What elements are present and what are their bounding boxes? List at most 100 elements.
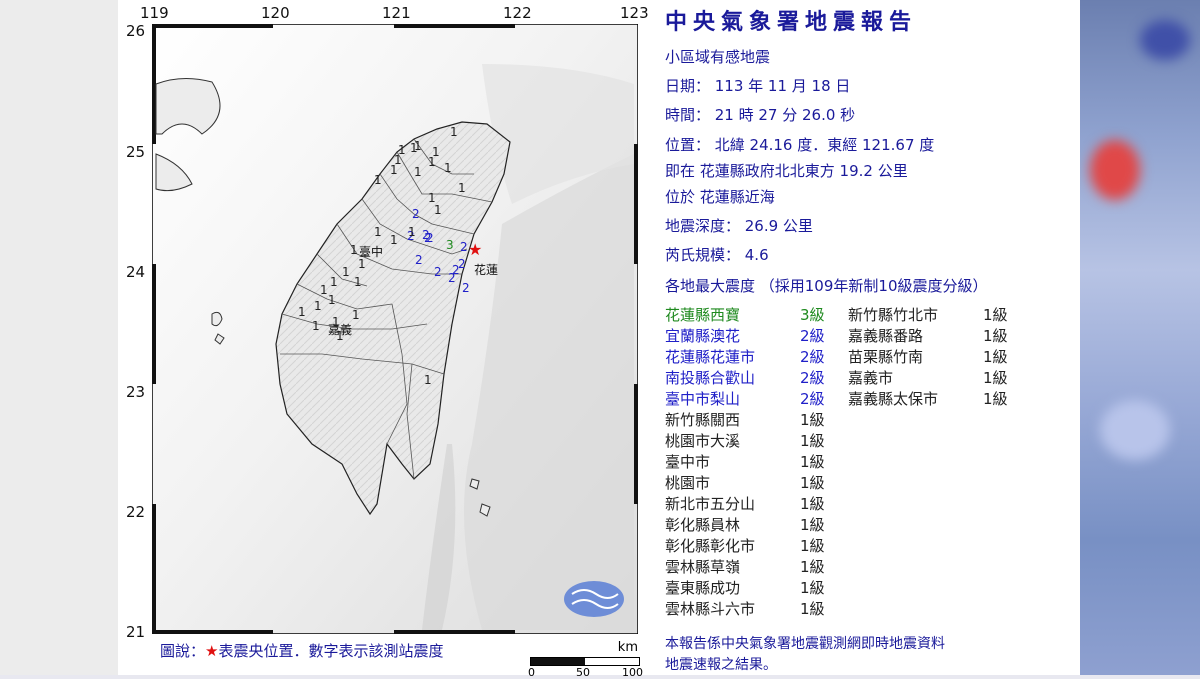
intensity-mark: 2: [462, 281, 470, 295]
lon-label: 122: [503, 4, 532, 22]
report-depth: 地震深度： 26.9 公里: [665, 217, 813, 235]
station-name: 桃園市大溪: [665, 432, 741, 450]
station-name: 新竹縣關西: [665, 411, 741, 429]
intensity-mark: 1: [342, 265, 350, 279]
station-intensity: 1級: [800, 558, 825, 576]
intensity-mark: 1: [458, 181, 466, 195]
intensity-mark: 1: [374, 173, 382, 187]
intensity-mark: 1: [330, 275, 338, 289]
station-name: 雲林縣草嶺: [665, 558, 741, 576]
station-intensity: 1級: [800, 579, 825, 597]
station-intensity: 1級: [800, 453, 825, 471]
intensity-mark: 1: [320, 283, 328, 297]
footer-line: 本報告係中央氣象署地震觀測網即時地震資料: [665, 636, 945, 652]
intensity-mark: 2: [448, 271, 456, 285]
epicenter-star-icon: ★: [468, 240, 482, 259]
station-name: 臺中市: [665, 453, 711, 471]
intensity-mark: 1: [390, 233, 398, 247]
lat-label: 25: [126, 143, 146, 161]
lon-label: 120: [261, 4, 290, 22]
station-intensity: 1級: [800, 432, 825, 450]
station-intensity: 2級: [800, 369, 825, 387]
intensity-mark: 1: [374, 225, 382, 239]
intensity-mark: 1: [350, 243, 358, 257]
report-located: 位於 花蓮縣近海: [665, 188, 775, 206]
scale-bar: km 0 50 100: [528, 640, 643, 679]
lat-label: 22: [126, 503, 146, 521]
station-intensity: 1級: [800, 495, 825, 513]
intensity-mark: 1: [408, 225, 416, 239]
lat-label: 21: [126, 623, 146, 641]
intensity-mark: 2: [424, 231, 432, 245]
report-relative-location: 即在 花蓮縣政府北北東方 19.2 公里: [665, 162, 908, 180]
intensity-mark: 1: [336, 329, 344, 343]
intensity-mark: 1: [428, 155, 436, 169]
station-name: 嘉義縣太保市: [848, 390, 939, 408]
station-intensity: 2級: [800, 348, 825, 366]
lon-label: 121: [382, 4, 411, 22]
right-background: [1080, 0, 1200, 675]
intensity-mark: 1: [312, 319, 320, 333]
station-intensity: 1級: [983, 327, 1008, 345]
cwa-logo-icon: [564, 581, 624, 617]
intensity-mark: 2: [412, 207, 420, 221]
station-name: 花蓮縣花蓮市: [665, 348, 756, 366]
station-name: 花蓮縣西寶: [665, 306, 741, 324]
station-name: 新北市五分山: [665, 495, 756, 513]
city-label-hualien: 花蓮: [474, 262, 498, 277]
intensity-mark: 1: [332, 315, 340, 329]
lon-label: 123: [620, 4, 649, 22]
lat-label: 24: [126, 263, 146, 281]
intensity-mark: 1: [328, 293, 336, 307]
intensity-mark: 1: [434, 203, 442, 217]
intensity-mark: 1: [414, 165, 422, 179]
intensity-mark: 3: [446, 238, 454, 252]
station-intensity: 2級: [800, 390, 825, 408]
station-intensity: 1級: [800, 411, 825, 429]
legend-prefix: 圖說：: [160, 642, 206, 660]
station-intensity: 3級: [800, 306, 825, 324]
map-panel: 臺中 花蓮 嘉義 3222222222222111111111111111111…: [152, 24, 638, 634]
intensity-mark: 1: [298, 305, 306, 319]
intensity-mark: 1: [424, 373, 432, 387]
station-name: 彰化縣員林: [665, 516, 741, 534]
station-name: 雲林縣斗六市: [665, 600, 756, 618]
report-magnitude: 芮氏規模： 4.6: [665, 246, 769, 264]
scale-label: 100: [622, 666, 643, 679]
report-time: 時間： 21 時 27 分 26.0 秒: [665, 106, 856, 124]
legend-text: 表震央位置．數字表示該測站震度: [218, 642, 444, 660]
intensity-mark: 1: [444, 161, 452, 175]
station-name: 新竹縣竹北市: [848, 306, 939, 324]
station-intensity: 1級: [983, 369, 1008, 387]
lat-label: 23: [126, 383, 146, 401]
station-name: 桃園市: [665, 474, 711, 492]
earthquake-report: 119 120 121 122 123 26 25 24 23 22 21 臺中…: [118, 0, 1080, 679]
station-intensity: 1級: [983, 348, 1008, 366]
station-name: 嘉義市: [848, 369, 894, 387]
lon-label: 119: [140, 4, 169, 22]
station-name: 臺中市梨山: [665, 390, 741, 408]
station-name: 嘉義縣番路: [848, 327, 924, 345]
station-intensity: 1級: [983, 390, 1008, 408]
scale-unit: km: [617, 640, 638, 655]
station-name: 苗栗縣竹南: [848, 348, 924, 366]
station-intensity: 2級: [800, 327, 825, 345]
station-name: 宜蘭縣澳花: [665, 327, 741, 345]
station-name: 臺東縣成功: [665, 579, 741, 597]
station-intensity: 1級: [800, 537, 825, 555]
intensity-mark: 1: [450, 125, 458, 139]
station-intensity: 1級: [800, 516, 825, 534]
report-date: 日期： 113 年 11 月 18 日: [665, 77, 851, 95]
intensity-mark: 1: [358, 257, 366, 271]
intensity-mark: 2: [460, 240, 468, 254]
report-position: 位置： 北緯 24.16 度．東經 121.67 度: [665, 136, 935, 154]
intensity-header: 各地最大震度 （採用109年新制10級震度分級）: [665, 277, 988, 295]
station-name: 南投縣合歡山: [665, 369, 756, 387]
lat-label: 26: [126, 22, 146, 40]
intensity-mark: 1: [314, 299, 322, 313]
station-intensity: 1級: [800, 600, 825, 618]
report-title: 中央氣象署地震報告: [665, 10, 918, 35]
intensity-mark: 1: [354, 275, 362, 289]
scale-label: 0: [528, 666, 535, 679]
intensity-mark: 2: [434, 265, 442, 279]
